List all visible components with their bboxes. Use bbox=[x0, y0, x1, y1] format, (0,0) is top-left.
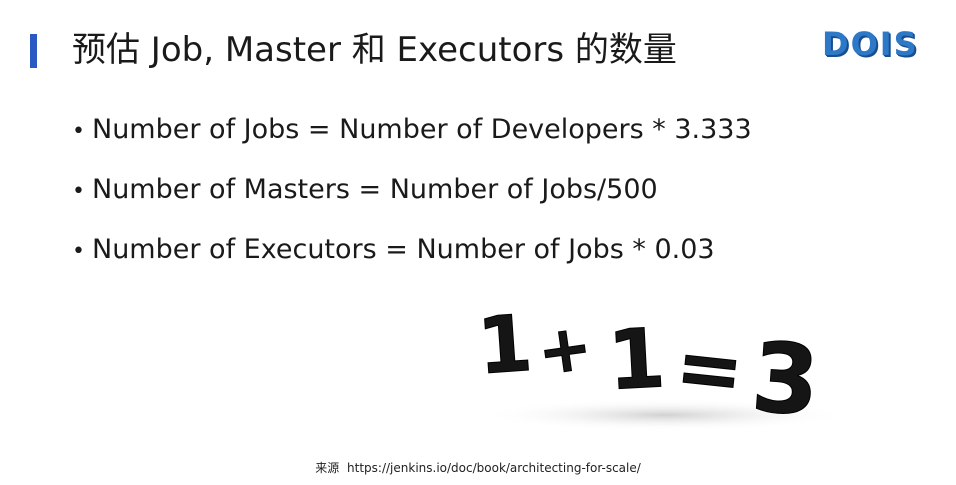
bullet-text: Number of Masters = Number of Jobs/500 bbox=[92, 174, 658, 205]
dois-logo: DOIS bbox=[822, 25, 919, 63]
bullet-item-executors: • Number of Executors = Number of Jobs * … bbox=[72, 226, 892, 286]
source-label: 来源 bbox=[315, 461, 340, 475]
bullet-item-masters: • Number of Masters = Number of Jobs/500 bbox=[72, 166, 892, 226]
slide-title: 预估 Job, Master 和 Executors 的数量 bbox=[72, 30, 677, 70]
bullet-text: Number of Executors = Number of Jobs * 0… bbox=[92, 234, 715, 265]
source-citation: 来源 https://jenkins.io/doc/book/architect… bbox=[0, 458, 956, 478]
title-accent-bar bbox=[30, 34, 37, 68]
glyph-one-second: 1 bbox=[606, 311, 668, 409]
bullet-marker: • bbox=[72, 179, 85, 204]
glyph-plus: + bbox=[533, 310, 596, 391]
one-plus-one-equals-three-image: 1 + 1 = 3 bbox=[474, 300, 850, 438]
glyph-one-first: 1 bbox=[475, 300, 535, 392]
bullet-text: Number of Jobs = Number of Developers * … bbox=[92, 114, 752, 145]
source-link[interactable]: https://jenkins.io/doc/book/architecting… bbox=[347, 461, 641, 475]
slide: 预估 Job, Master 和 Executors 的数量 DOIS • Num… bbox=[0, 0, 956, 485]
bullet-list: • Number of Jobs = Number of Developers *… bbox=[72, 106, 892, 286]
glyph-equals: = bbox=[671, 319, 747, 418]
bullet-item-jobs: • Number of Jobs = Number of Developers *… bbox=[72, 106, 892, 166]
glyph-three: 3 bbox=[748, 321, 822, 437]
bullet-marker: • bbox=[72, 119, 85, 144]
bullet-marker: • bbox=[72, 239, 85, 264]
